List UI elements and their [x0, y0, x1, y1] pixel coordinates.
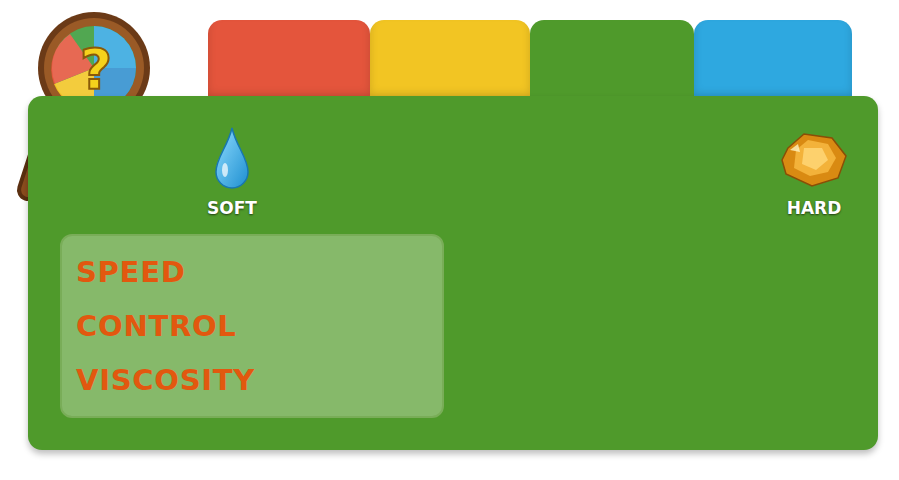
- property-label: CONTROL: [76, 306, 442, 346]
- amber-gem-icon: [778, 130, 850, 190]
- category-tab[interactable]: [530, 20, 694, 100]
- hard-label: HARD: [787, 198, 842, 218]
- hardness-scale: SOFT HARD: [28, 96, 878, 218]
- hard-end: HARD: [778, 130, 850, 218]
- category-panel: SOFT HARD SPEED CONTROL VISCOSITY: [28, 96, 878, 450]
- soft-label: SOFT: [207, 198, 257, 218]
- water-drop-icon: [212, 126, 252, 190]
- properties-box: SPEED CONTROL VISCOSITY: [60, 234, 444, 418]
- svg-text:?: ?: [80, 36, 112, 101]
- category-tab[interactable]: [694, 20, 852, 100]
- game-screen: SOFT HARD SPEED CONTROL VISCOSITY?: [0, 0, 899, 480]
- category-tab[interactable]: [370, 20, 530, 100]
- property-label: SPEED: [76, 252, 442, 292]
- property-label: VISCOSITY: [76, 360, 442, 400]
- soft-end: SOFT: [200, 126, 264, 218]
- category-tab[interactable]: [208, 20, 370, 100]
